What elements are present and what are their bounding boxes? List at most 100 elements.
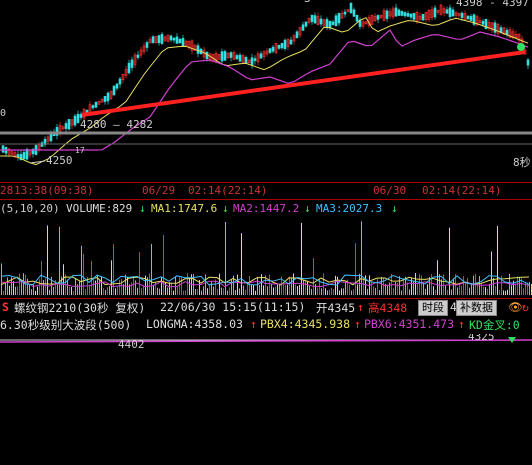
volume-bar: [485, 287, 486, 295]
volume-bar: [419, 273, 420, 295]
volume-params: (5,10,20): [0, 202, 60, 215]
volume-bar: [207, 288, 208, 295]
volume-bar: [209, 284, 210, 295]
volume-bar: [37, 286, 38, 295]
candle-body: [337, 13, 341, 24]
volume-bar: [517, 276, 518, 295]
candle-body: [130, 59, 134, 68]
volume-bar: [231, 279, 232, 295]
sync-icon[interactable]: ↻: [522, 300, 529, 314]
volume-bar: [329, 289, 330, 295]
volume-bar: [435, 289, 436, 295]
eye-icon[interactable]: 👁: [508, 300, 523, 314]
pbx4-value: PBX4:4345.938: [260, 317, 351, 331]
candle-body: [376, 15, 380, 20]
candle-body: [466, 15, 470, 20]
volume-bar: [291, 278, 292, 295]
longma-arrow: ↑: [250, 317, 257, 331]
volume-bar: [27, 278, 28, 295]
volume-bar: [141, 288, 142, 295]
volume-bar: [67, 279, 68, 295]
volume-bar: [499, 289, 500, 295]
volume-bar: [467, 277, 468, 295]
high-price: 高4348: [368, 301, 408, 315]
candle-body: [1, 145, 5, 153]
volume-bar: [31, 289, 32, 295]
volume-bar: [515, 283, 516, 295]
volume-chart[interactable]: [0, 217, 532, 295]
volume-bar: [457, 287, 458, 295]
volume-bar: [73, 290, 74, 295]
add-data-button[interactable]: 补数据: [456, 300, 497, 316]
volume-bar: [15, 286, 16, 295]
candle-body: [157, 35, 161, 44]
candle-body: [76, 113, 80, 123]
volume-bar: [175, 276, 176, 295]
volume-bar: [445, 285, 446, 295]
volume-bar: [115, 288, 116, 295]
volume-bar: [357, 284, 358, 295]
volume-bar: [497, 225, 498, 295]
support-label: 4280 — 4282: [80, 118, 153, 131]
volume-bar: [45, 278, 46, 295]
volume-bar: [227, 290, 228, 295]
price-chart[interactable]: 4398 - 4397 3 4280 — 4282 4250 17 0 8秒: [0, 0, 532, 180]
volume-bar: [463, 276, 464, 295]
volume-bar: [173, 290, 174, 295]
volume-bar: [325, 288, 326, 295]
time-label-2: 06/29: [142, 184, 176, 197]
volume-bar: [13, 281, 14, 295]
volume-bar: [333, 289, 334, 295]
volume-bar: [339, 290, 340, 295]
volume-bar: [487, 288, 488, 295]
contract-name[interactable]: 螺纹钢2210(30秒 复权): [14, 300, 145, 316]
volume-bar: [327, 290, 328, 295]
volume-bar: [529, 281, 530, 295]
volume-bar: [321, 288, 322, 295]
volume-bar: [85, 289, 86, 295]
volume-bar: [29, 284, 30, 295]
volume-bar: [481, 282, 482, 295]
candle-body: [145, 42, 149, 48]
volume-bar: [403, 280, 404, 295]
volume-bar: [169, 282, 170, 295]
ma3-arrow: ↓: [391, 202, 398, 215]
volume-bar: [349, 284, 350, 295]
volume-bar: [217, 288, 218, 295]
volume-bar: [269, 274, 270, 295]
volume-bar: [95, 280, 96, 295]
candle-body: [343, 11, 347, 15]
volume-bar: [283, 284, 284, 295]
volume-bar: [287, 284, 288, 295]
top-left-clip: 3: [304, 0, 311, 5]
volume-bar: [279, 283, 280, 295]
volume-bar: [237, 274, 238, 295]
volume-bar: [409, 289, 410, 295]
candle-body: [151, 36, 155, 44]
volume-bar: [117, 286, 118, 295]
candle-body: [403, 12, 407, 17]
candle-body: [268, 48, 272, 53]
volume-bar: [273, 287, 274, 295]
candle-body: [328, 20, 332, 29]
ma1-value: MA1:1747.6: [151, 202, 218, 215]
volume-bar: [359, 273, 360, 295]
volume-bar: [197, 289, 198, 295]
volume-bar: [5, 282, 6, 295]
volume-bar: [39, 279, 40, 295]
time-period-button[interactable]: 时段: [418, 300, 448, 316]
longma-value: LONGMA:4358.03: [146, 317, 243, 331]
lower-left-value: 4402: [118, 338, 145, 351]
volume-bar: [255, 290, 256, 295]
volume-bar: [75, 278, 76, 295]
volume-bar: [313, 258, 314, 295]
volume-bar: [451, 289, 452, 295]
info-marker: S: [2, 300, 9, 314]
volume-bar: [355, 243, 356, 295]
candle-body: [244, 57, 248, 64]
lower-right-value: 4325: [468, 334, 495, 343]
volume-bar: [367, 288, 368, 295]
volume-bar: [167, 287, 168, 295]
indicator-title: 6.30秒级别大波段(500): [0, 318, 132, 332]
ma2-value: MA2:1447.2: [233, 202, 300, 215]
